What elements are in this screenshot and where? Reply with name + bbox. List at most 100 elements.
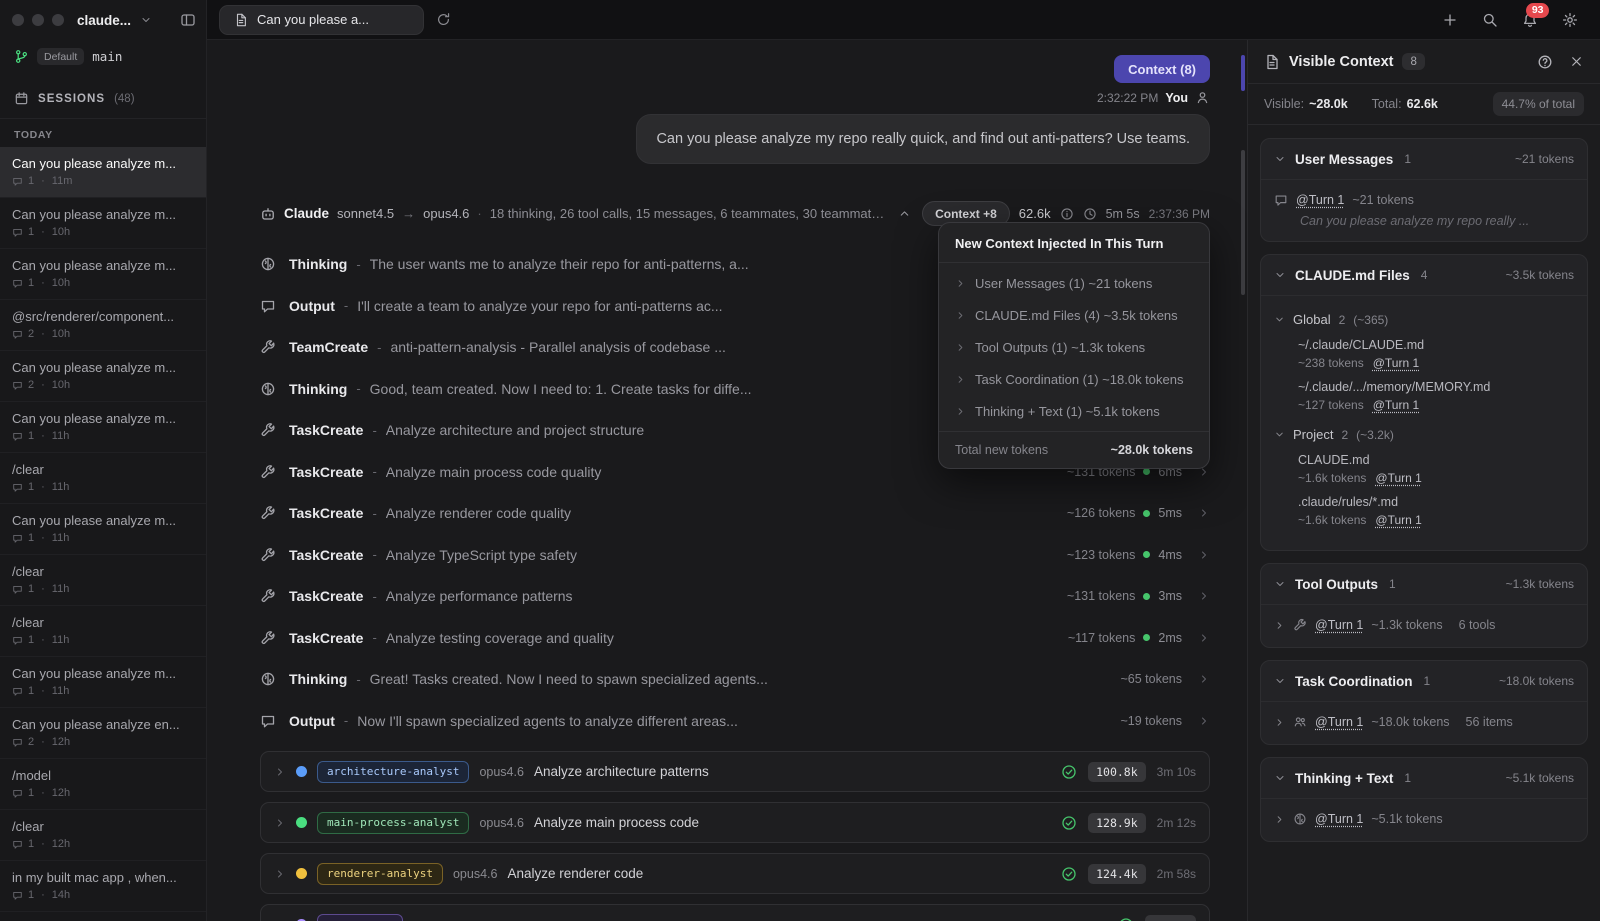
turn-link[interactable]: @Turn 1 <box>1373 398 1419 412</box>
new-session-button[interactable] <box>1442 12 1458 28</box>
chevron-right-icon[interactable] <box>1198 715 1210 727</box>
refresh-icon[interactable] <box>436 12 451 27</box>
turn-link[interactable]: @Turn 1 <box>1373 356 1419 370</box>
dash: - <box>356 257 360 272</box>
search-icon[interactable] <box>1482 12 1498 28</box>
agent-card-partial[interactable] <box>260 904 1210 921</box>
chevron-down-icon[interactable] <box>140 14 152 26</box>
chevron-down-icon <box>1274 269 1286 281</box>
list-item[interactable]: /clear 1·11h <box>0 606 206 657</box>
group-project[interactable]: Project 2 (~3.2k) <box>1274 422 1574 446</box>
message-count: 1 <box>28 430 34 442</box>
turn-link[interactable]: @Turn 1 <box>1315 715 1363 729</box>
session-time: 11h <box>52 430 70 442</box>
group-global[interactable]: Global 2 (~365) <box>1274 307 1574 331</box>
list-item[interactable]: in my built mac app , when... 1·14h <box>0 861 206 912</box>
list-item[interactable]: Can you please analyze en... 2·12h <box>0 708 206 759</box>
chevron-right-icon[interactable] <box>1198 549 1210 561</box>
list-item[interactable]: Can you please analyze m... 1·11h <box>0 657 206 708</box>
section-header[interactable]: CLAUDE.md Files 4 ~3.5k tokens <box>1261 255 1587 296</box>
turn-tokens: ~5.1k tokens <box>1371 812 1442 826</box>
turn-link[interactable]: @Turn 1 <box>1315 618 1363 632</box>
list-item[interactable]: Can you please analyze m... 1·10h <box>0 198 206 249</box>
gear-icon[interactable] <box>1562 12 1578 28</box>
tool-row-taskcreate[interactable]: TaskCreate - Analyze TypeScript type saf… <box>260 534 1210 576</box>
close-window-button[interactable] <box>12 14 24 26</box>
tool-row-taskcreate[interactable]: TaskCreate - Analyze renderer code quali… <box>260 492 1210 534</box>
agent-duration: 3m 10s <box>1157 765 1196 779</box>
turn-link[interactable]: @Turn 1 <box>1375 513 1421 527</box>
dot: · <box>41 685 45 697</box>
list-item[interactable]: /model 1·12h <box>0 759 206 810</box>
zoom-window-button[interactable] <box>52 14 64 26</box>
context-button[interactable]: Context (8) <box>1114 55 1210 83</box>
turn-entry[interactable]: @Turn 1 ~18.0k tokens 56 items <box>1274 713 1574 731</box>
branch-row[interactable]: Default main <box>0 40 206 75</box>
agent-card-architecture-analyst[interactable]: architecture-analyst opus4.6 Analyze arc… <box>260 751 1210 792</box>
chevron-right-icon[interactable] <box>274 868 286 880</box>
info-icon[interactable] <box>1060 207 1074 221</box>
help-icon[interactable] <box>1537 54 1553 70</box>
dropdown-item-thinking-text[interactable]: Thinking + Text (1) ~5.1k tokens <box>939 395 1209 427</box>
dropdown-item-task-coordination[interactable]: Task Coordination (1) ~18.0k tokens <box>939 363 1209 395</box>
tool-name: TaskCreate <box>289 547 363 563</box>
total-label: Total: <box>1372 97 1402 111</box>
message-count: 1 <box>28 532 34 544</box>
chevron-right-icon[interactable] <box>1198 590 1210 602</box>
chevron-right-icon[interactable] <box>274 766 286 778</box>
list-item[interactable]: /clear 1·12h <box>0 810 206 861</box>
chat-bubble-icon <box>12 737 23 748</box>
list-item[interactable]: @src/renderer/component... 2·10h <box>0 300 206 351</box>
list-item[interactable]: Can you please analyze m... 1·11h <box>0 402 206 453</box>
tab-current-session[interactable]: Can you please a... <box>219 5 424 35</box>
list-item[interactable]: /clear 1·11h <box>0 453 206 504</box>
agent-duration: 2m 58s <box>1157 867 1196 881</box>
section-header[interactable]: Task Coordination 1 ~18.0k tokens <box>1261 661 1587 702</box>
turn-link[interactable]: @Turn 1 <box>1375 471 1421 485</box>
turn-extra: 56 items <box>1466 715 1513 729</box>
dropdown-item-user-messages[interactable]: User Messages (1) ~21 tokens <box>939 267 1209 299</box>
section-tokens: ~5.1k tokens <box>1506 771 1574 785</box>
agent-card-renderer-analyst[interactable]: renderer-analyst opus4.6 Analyze rendere… <box>260 853 1210 894</box>
chat-bubble-icon <box>12 635 23 646</box>
section-header[interactable]: Tool Outputs 1 ~1.3k tokens <box>1261 564 1587 605</box>
close-icon[interactable] <box>1569 54 1584 70</box>
section-header[interactable]: Thinking + Text 1 ~5.1k tokens <box>1261 758 1587 799</box>
message-count: 1 <box>28 583 34 595</box>
list-item[interactable]: Can you please analyze m... 2·10h <box>0 351 206 402</box>
list-item[interactable]: /clear 1·11h <box>0 555 206 606</box>
scrollbar[interactable] <box>1241 150 1245 295</box>
tool-row-output[interactable]: Output - Now I'll spawn specialized agen… <box>260 700 1210 742</box>
file-path: CLAUDE.md <box>1298 453 1574 467</box>
sidebar-toggle-icon[interactable] <box>180 12 196 28</box>
turn-entry[interactable]: @Turn 1 ~5.1k tokens <box>1274 810 1574 828</box>
top-bar: Can you please a... 93 <box>207 0 1600 40</box>
chat-bubble-icon <box>12 839 23 850</box>
chevron-up-icon[interactable] <box>898 207 911 220</box>
notifications-bell-icon[interactable]: 93 <box>1522 12 1538 28</box>
chevron-right-icon[interactable] <box>1198 632 1210 644</box>
session-time: 11h <box>52 583 70 595</box>
tool-row-taskcreate[interactable]: TaskCreate - Analyze testing coverage an… <box>260 617 1210 659</box>
tool-row-taskcreate[interactable]: TaskCreate - Analyze performance pattern… <box>260 575 1210 617</box>
turn-link[interactable]: @Turn 1 <box>1296 193 1344 207</box>
dash: - <box>356 381 360 396</box>
list-item[interactable]: Can you please analyze m... 1·10h <box>0 249 206 300</box>
list-item[interactable]: Can you please analyze m... 1·11m <box>0 147 206 198</box>
chevron-right-icon[interactable] <box>1198 507 1210 519</box>
dropdown-item-tool-outputs[interactable]: Tool Outputs (1) ~1.3k tokens <box>939 331 1209 363</box>
turn-link[interactable]: @Turn 1 <box>1315 812 1363 826</box>
agent-card-main-process-analyst[interactable]: main-process-analyst opus4.6 Analyze mai… <box>260 802 1210 843</box>
minimize-window-button[interactable] <box>32 14 44 26</box>
sessions-header[interactable]: SESSIONS (48) <box>0 75 206 118</box>
chevron-right-icon <box>955 310 966 321</box>
tool-row-thinking[interactable]: Thinking - Great! Tasks created. Now I n… <box>260 658 1210 700</box>
turn-entry[interactable]: @Turn 1 ~1.3k tokens 6 tools <box>1274 616 1574 634</box>
message-preview: Can you please analyze my repo really ..… <box>1300 214 1574 228</box>
list-item[interactable]: Can you please analyze m... 1·11h <box>0 504 206 555</box>
section-title: Task Coordination <box>1295 674 1413 689</box>
chevron-right-icon[interactable] <box>1198 673 1210 685</box>
dropdown-item-claude-md-files[interactable]: CLAUDE.md Files (4) ~3.5k tokens <box>939 299 1209 331</box>
chevron-right-icon[interactable] <box>274 817 286 829</box>
section-header[interactable]: User Messages 1 ~21 tokens <box>1261 139 1587 180</box>
